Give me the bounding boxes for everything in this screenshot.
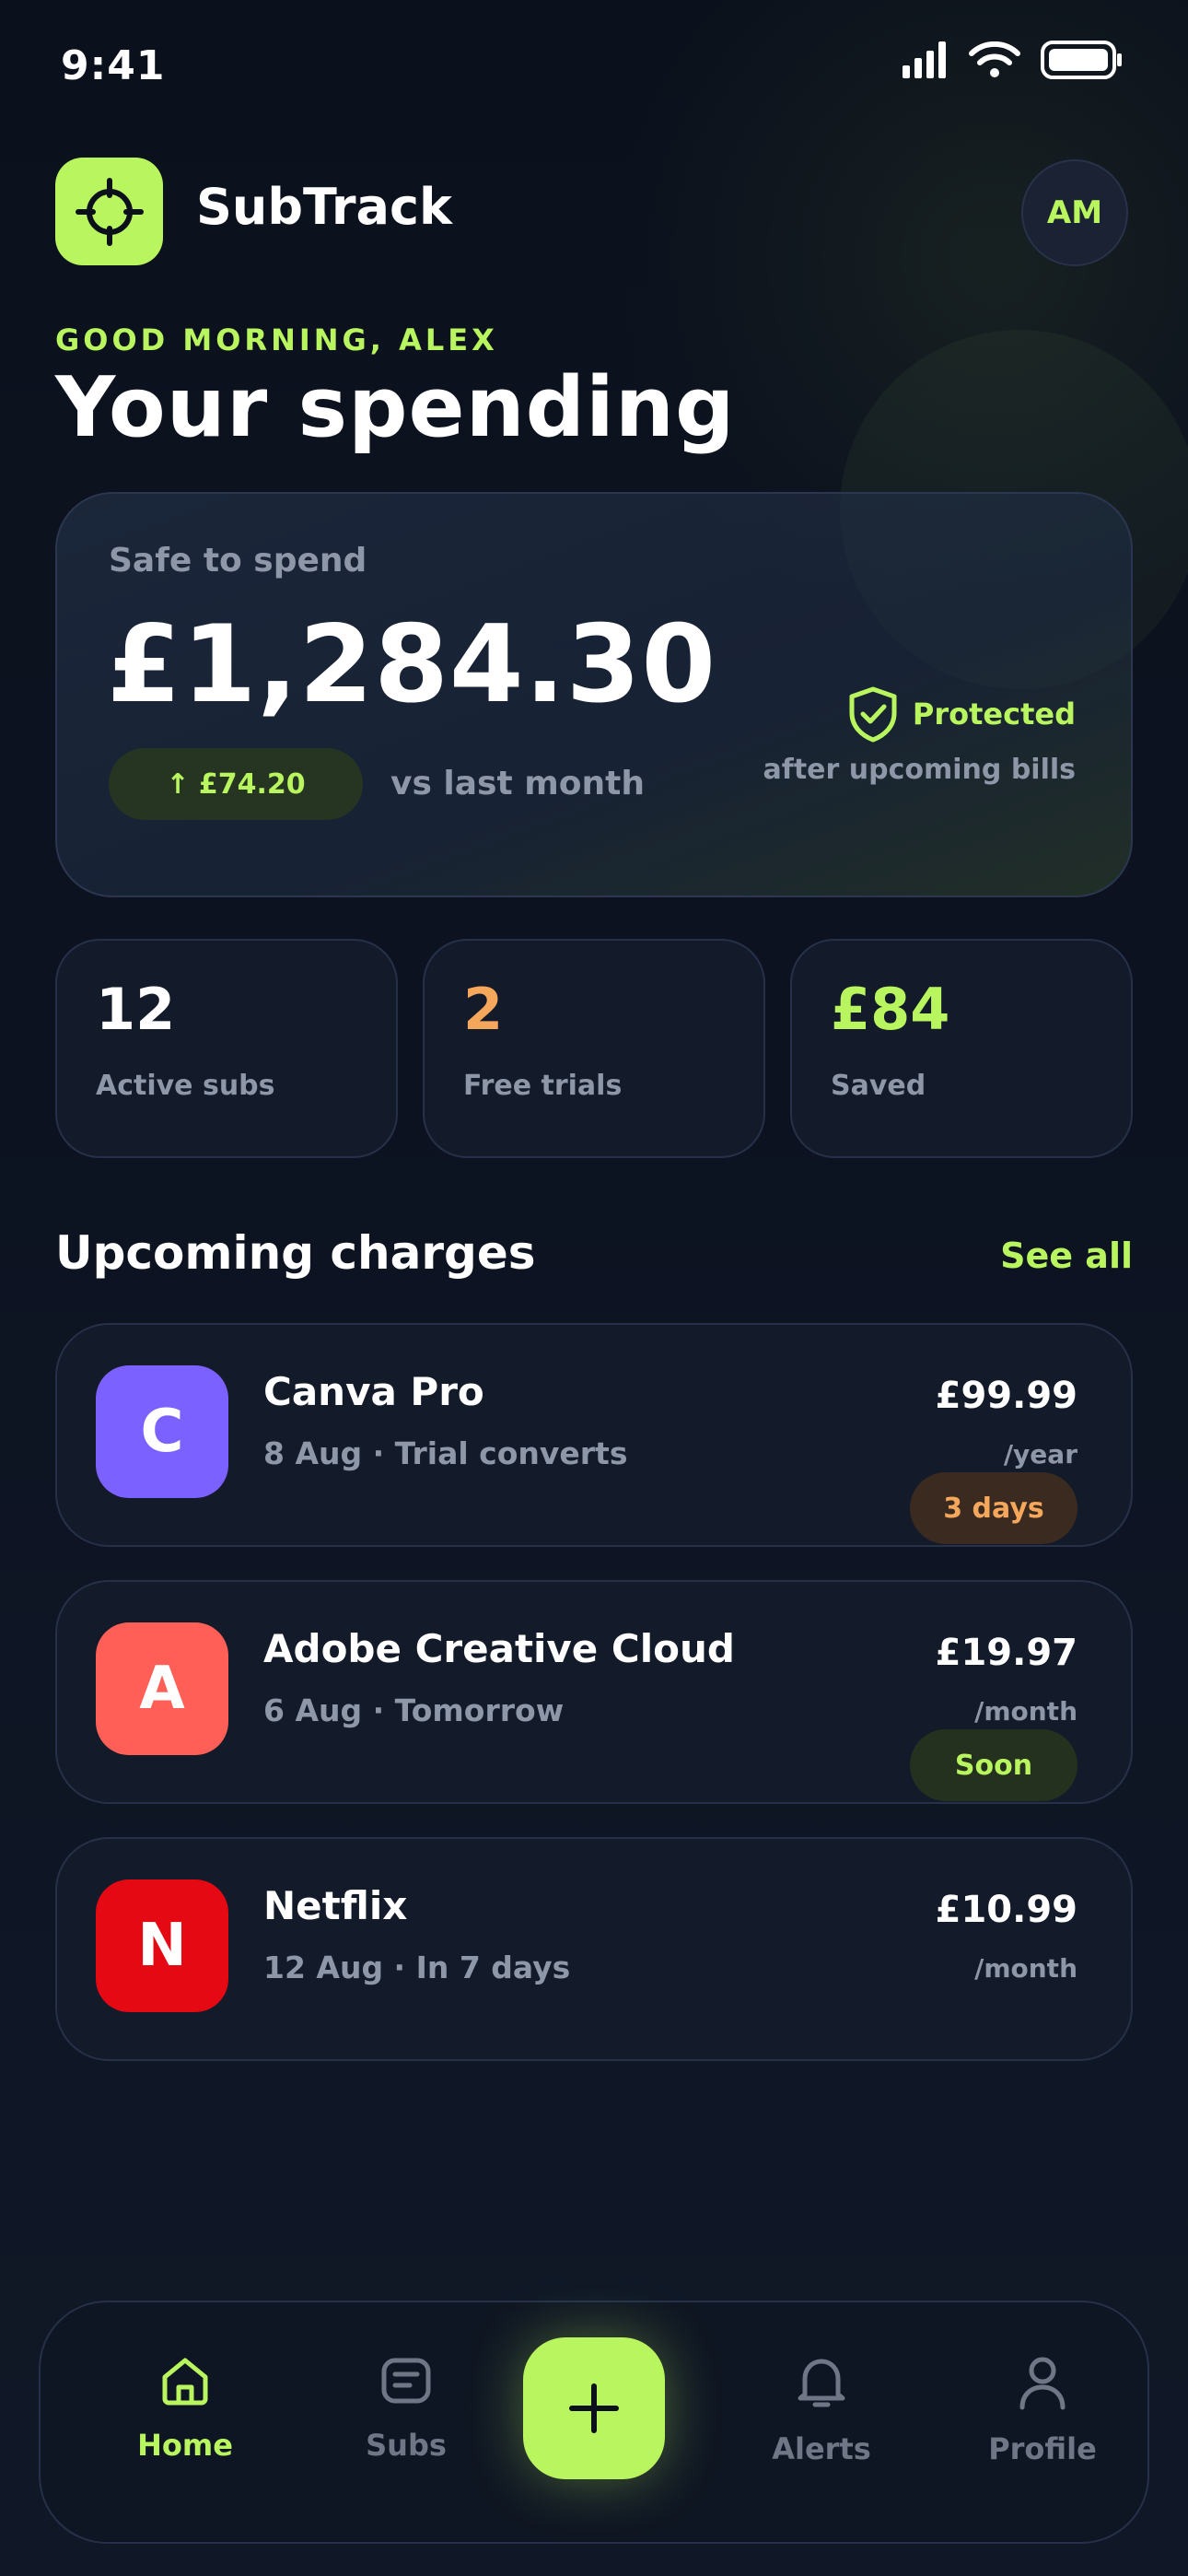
service-icon: C [96, 1365, 228, 1498]
app-name: SubTrack [196, 178, 452, 236]
stat-label: Free trials [463, 1070, 623, 1102]
bell-icon [798, 2359, 845, 2407]
charge-name: Adobe Creative Cloud [263, 1626, 735, 1671]
bottom-nav: Home Subs Alerts Profile [39, 2301, 1149, 2544]
see-all-link[interactable]: See all [1000, 1235, 1133, 1276]
stat-label: Active subs [96, 1070, 275, 1102]
charge-period: /month [974, 1953, 1077, 1984]
charge-price: £99.99 [935, 1375, 1077, 1417]
signal-icon [903, 41, 946, 78]
charge-price: £19.97 [935, 1632, 1077, 1674]
page-title: Your spending [55, 359, 736, 456]
avatar[interactable]: AM [1021, 159, 1128, 266]
safe-to-spend-card[interactable]: Safe to spend £1,284.30 ↑ £74.20 vs last… [55, 492, 1133, 897]
charge-meta: 12 Aug · In 7 days [263, 1950, 571, 1985]
charge-meta: 8 Aug · Trial converts [263, 1435, 628, 1471]
nav-label: Subs [366, 2428, 447, 2463]
delta-badge: ↑ £74.20 [109, 748, 363, 820]
stat-label: Saved [831, 1070, 926, 1102]
service-icon: N [96, 1879, 228, 2012]
protected-label: Protected [912, 697, 1076, 732]
battery-icon [1041, 41, 1122, 79]
plus-icon [569, 2383, 619, 2433]
crosshair-icon [75, 177, 144, 246]
charge-item-netflix[interactable]: N Netflix 12 Aug · In 7 days £10.99 /mon… [55, 1837, 1133, 2061]
app-logo [55, 158, 163, 265]
charge-item-adobe-creative-cloud[interactable]: A Adobe Creative Cloud 6 Aug · Tomorrow … [55, 1580, 1133, 1804]
delta-caption: vs last month [390, 765, 645, 802]
profile-icon [1019, 2357, 1066, 2410]
nav-label: Home [137, 2428, 233, 2463]
safe-to-spend-label: Safe to spend [109, 542, 367, 580]
greeting: GOOD MORNING, ALEX [55, 322, 498, 357]
charge-name: Canva Pro [263, 1369, 484, 1414]
charge-period: /year [1003, 1439, 1077, 1469]
nav-label: Alerts [772, 2431, 871, 2466]
stat-value: £84 [831, 976, 950, 1043]
nav-label: Profile [988, 2431, 1097, 2466]
stat-free-trials[interactable]: 2 Free trials [423, 939, 765, 1158]
nav-home[interactable]: Home [93, 2354, 277, 2463]
charge-period: /month [974, 1696, 1077, 1727]
charge-price: £10.99 [935, 1889, 1077, 1931]
home-icon [162, 2358, 208, 2406]
nav-alerts[interactable]: Alerts [729, 2354, 914, 2466]
due-badge: Soon [910, 1729, 1077, 1801]
protected-caption: after upcoming bills [763, 754, 1076, 786]
charge-meta: 6 Aug · Tomorrow [263, 1692, 565, 1728]
stat-value: 12 [96, 976, 176, 1043]
safe-to-spend-amount: £1,284.30 [107, 603, 717, 727]
status-icons [903, 41, 1124, 79]
protected-indicator: Protected [846, 685, 1076, 743]
charge-item-canva-pro[interactable]: C Canva Pro 8 Aug · Trial converts £99.9… [55, 1323, 1133, 1547]
section-title: Upcoming charges [55, 1226, 536, 1280]
charge-name: Netflix [263, 1883, 408, 1928]
nav-profile[interactable]: Profile [950, 2354, 1135, 2466]
add-subscription-button[interactable] [523, 2337, 665, 2479]
shield-check-icon [849, 686, 897, 743]
list-icon [381, 2358, 431, 2404]
stat-saved[interactable]: £84 Saved [790, 939, 1133, 1158]
wifi-icon [969, 41, 1020, 77]
home-screen: 9:41 SubTrack AM GOOD MORNING, ALEX Your… [0, 0, 1188, 2576]
service-icon: A [96, 1622, 228, 1755]
nav-subs[interactable]: Subs [314, 2354, 498, 2463]
due-badge: 3 days [910, 1472, 1077, 1544]
status-time: 9:41 [61, 42, 166, 89]
stat-value: 2 [463, 976, 504, 1043]
stat-active-subs[interactable]: 12 Active subs [55, 939, 398, 1158]
